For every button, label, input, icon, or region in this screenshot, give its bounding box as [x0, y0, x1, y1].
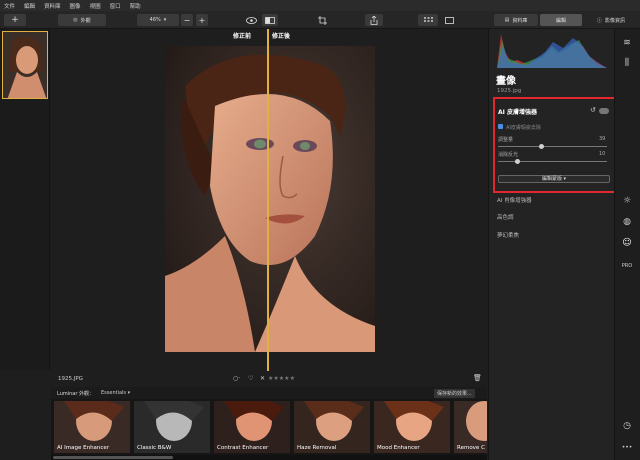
blemish-checkbox[interactable]: [498, 124, 503, 129]
library-icon: ▤: [504, 17, 510, 23]
ai-skin-enhancer-panel: AI 皮膚增強器 ↺ AI皮膚瑕疵去除 調整量 39 消除反光 10 編輯蒙版 …: [493, 97, 617, 193]
reset-icon[interactable]: ↺: [590, 106, 596, 114]
amount-slider-track[interactable]: [498, 146, 607, 147]
history-icon[interactable]: ◷: [620, 420, 634, 432]
more-icon[interactable]: •••: [620, 442, 634, 454]
grid-view-icon[interactable]: [418, 14, 438, 26]
looks-header: Luminar 外觀： Essentials ▾ 保存新的效果...: [51, 387, 487, 399]
single-view-icon[interactable]: [440, 14, 458, 26]
info-icon: ⓘ: [596, 17, 602, 24]
look-name: Contrast Enhancer: [217, 445, 269, 451]
heart-icon[interactable]: ♡: [248, 375, 253, 382]
chevron-down-icon: ▾: [127, 390, 131, 396]
amount-slider-knob[interactable]: [539, 144, 544, 149]
star-icon[interactable]: ★: [290, 375, 295, 382]
portrait-photo: [165, 46, 375, 352]
looks-strip: AI Image Enhancer Classic B&W Contrast E…: [51, 399, 487, 455]
look-item[interactable]: Contrast Enhancer: [214, 401, 290, 453]
chevron-down-icon: ▾: [163, 17, 167, 23]
look-name: Mood Enhancer: [377, 445, 420, 451]
library-tab[interactable]: ▤ 資料庫: [494, 14, 538, 26]
menu-view[interactable]: 視圖: [90, 2, 101, 10]
before-label: 修正前: [233, 33, 252, 40]
layers-icon[interactable]: ≋: [620, 37, 634, 49]
edit-tab-label: 編輯: [555, 17, 566, 24]
menu-edit[interactable]: 編輯: [24, 2, 35, 10]
filename-label: 1925.JPG: [58, 376, 83, 382]
histogram: [497, 32, 607, 68]
tool-orton-effect[interactable]: 夢幻柔焦: [497, 231, 519, 239]
looks-title: Luminar 外觀：: [57, 391, 95, 397]
after-label: 修正後: [272, 33, 291, 40]
panel-filename: 1925.jpg: [497, 88, 522, 94]
library-tab-label: 資料庫: [512, 17, 528, 24]
zoom-in-button[interactable]: +: [196, 14, 208, 26]
look-item[interactable]: Classic B&W: [134, 401, 210, 453]
share-icon[interactable]: [365, 14, 383, 26]
zoom-out-button[interactable]: −: [181, 14, 193, 26]
split-divider[interactable]: [267, 29, 269, 371]
circle-icon[interactable]: ○·: [233, 375, 240, 382]
edit-mask-button[interactable]: 編輯蒙版 ▾: [498, 175, 610, 183]
tool-high-key[interactable]: 高色調: [497, 213, 514, 221]
menu-library[interactable]: 資料庫: [44, 2, 61, 10]
save-look-button[interactable]: 保存新的效果...: [434, 389, 475, 398]
enhancer-title: AI 皮膚增強器: [498, 109, 537, 116]
image-thumbnail[interactable]: [2, 31, 48, 99]
zoom-value: 46%: [149, 17, 161, 23]
shine-label: 消除反光: [498, 152, 519, 158]
looks-button[interactable]: ◎ 外觀: [58, 14, 106, 26]
look-item[interactable]: Remove C: [454, 401, 487, 453]
info-bar: 1925.JPG ○· ♡ ✕ ★★★★★ 🗑: [51, 371, 487, 387]
look-name: AI Image Enhancer: [57, 445, 110, 451]
panel-title: 畫像: [496, 76, 516, 87]
add-button[interactable]: +: [4, 14, 26, 26]
eye-icon[interactable]: [243, 14, 259, 26]
looks-label: 外觀: [80, 17, 91, 24]
menu-file[interactable]: 文件: [4, 2, 15, 10]
blemish-checkbox-label: AI皮膚瑕疵去除: [506, 125, 541, 131]
face-icon[interactable]: ☺: [620, 237, 634, 249]
menu-image[interactable]: 圖像: [70, 2, 81, 10]
looks-icon: ◎: [73, 17, 78, 23]
info-tab[interactable]: ⓘ 影像資訊: [586, 14, 636, 26]
looks-scrollbar[interactable]: [51, 455, 487, 460]
amount-label: 調整量: [498, 137, 514, 143]
collection-select[interactable]: Essentials ▾: [101, 390, 130, 396]
info-tab-label: 影像資訊: [605, 17, 626, 24]
look-item[interactable]: AI Image Enhancer: [54, 401, 130, 453]
zoom-select[interactable]: 46% ▾: [137, 14, 179, 26]
amount-value: 39: [599, 136, 606, 142]
trash-icon[interactable]: 🗑: [473, 374, 482, 382]
menu-help[interactable]: 幫助: [130, 2, 141, 10]
reject-button[interactable]: ✕: [260, 375, 265, 382]
look-name: Haze Removal: [297, 445, 337, 451]
palette-icon[interactable]: ◍: [620, 216, 634, 228]
look-item[interactable]: Mood Enhancer: [374, 401, 450, 453]
look-item[interactable]: Haze Removal: [294, 401, 370, 453]
edit-tab[interactable]: 編輯: [540, 14, 582, 26]
shine-value: 10: [599, 151, 606, 157]
menu-window[interactable]: 窗口: [110, 2, 121, 10]
crop-icon[interactable]: [313, 14, 331, 26]
menu-bar: 文件 編輯 資料庫 圖像 視圖 窗口 幫助: [0, 0, 640, 11]
visibility-toggle[interactable]: [599, 108, 609, 114]
scrollbar-thumb[interactable]: [53, 456, 173, 459]
sun-icon[interactable]: ☼: [620, 195, 634, 207]
adjust-icon[interactable]: ⫼: [620, 57, 634, 69]
look-name: Remove C: [457, 445, 485, 451]
star-rating[interactable]: ★★★★★: [268, 375, 295, 382]
toolbar: + ◎ 外觀 46% ▾ − + ▤ 資料庫 編輯 ⓘ 影像資訊: [0, 11, 640, 29]
tool-ai-portrait-enhancer[interactable]: AI 肖像增強器: [497, 196, 532, 204]
collection-value: Essentials: [101, 390, 127, 396]
look-name: Classic B&W: [137, 445, 172, 451]
pro-icon[interactable]: PRO: [620, 260, 634, 272]
compare-icon[interactable]: [262, 14, 278, 26]
shine-slider-knob[interactable]: [515, 159, 520, 164]
